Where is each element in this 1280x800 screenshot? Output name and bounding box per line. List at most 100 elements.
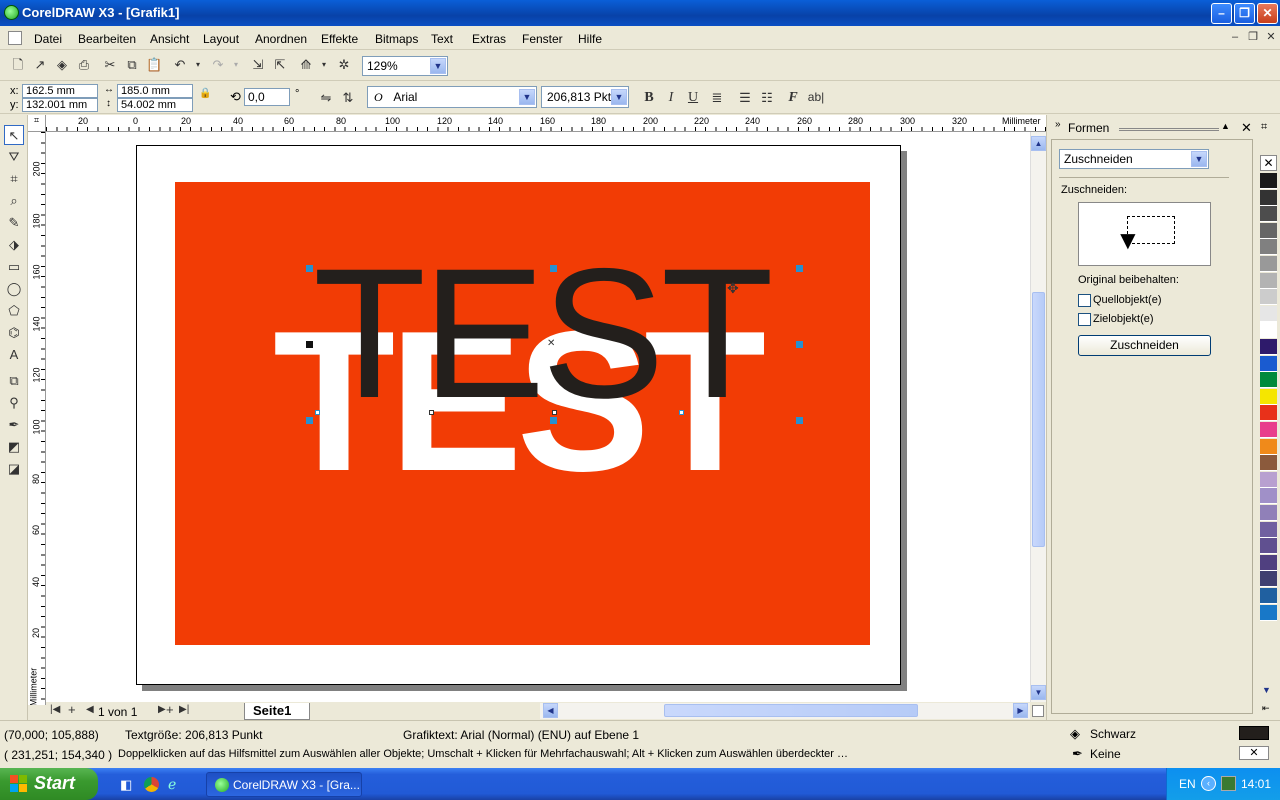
maximize-button[interactable]: ❐ (1234, 3, 1255, 24)
color-swatch[interactable] (1260, 322, 1277, 339)
mirror-vertical-icon[interactable]: ⇅ (340, 90, 356, 106)
docker-grip[interactable] (1119, 128, 1219, 131)
chevron-down-icon[interactable]: ▼ (611, 89, 627, 105)
ruler-origin[interactable]: ⌗ (28, 115, 46, 132)
underline-button[interactable]: U (684, 90, 702, 106)
add-page-after-icon[interactable]: + (166, 702, 174, 717)
color-swatch[interactable] (1260, 588, 1277, 604)
menu-ansicht[interactable]: Ansicht (150, 32, 189, 46)
horizontal-scrollbar[interactable]: ◀ ▶ (540, 703, 1030, 719)
docker-close-icon[interactable]: ✕ (1241, 120, 1252, 136)
text-tool-icon[interactable]: A (4, 345, 24, 365)
next-page-icon[interactable]: ▶ (158, 704, 166, 715)
color-swatch[interactable] (1260, 538, 1277, 555)
horizontal-ruler[interactable]: 20 0 20 40 60 80 100 120 140 160 180 200… (46, 115, 1046, 132)
page-tab-seite1[interactable]: Seite1 (244, 703, 310, 720)
drawing-canvas[interactable]: TEST TEST ✕ ✥ (46, 132, 1030, 702)
paste-icon[interactable]: 📋 (146, 57, 162, 73)
x-position-field[interactable]: 162.5 mm (22, 84, 98, 98)
scroll-down-icon[interactable]: ▼ (1031, 685, 1046, 700)
print-icon[interactable]: ⎙ (76, 57, 92, 73)
selection-handle[interactable] (796, 341, 803, 348)
polygon-tool-icon[interactable]: ⬠ (4, 301, 24, 321)
drawing-page[interactable]: TEST TEST ✕ ✥ (136, 145, 901, 685)
selection-handle[interactable] (796, 265, 803, 272)
docker-collapse-icon[interactable]: » (1055, 119, 1061, 130)
basic-shapes-tool-icon[interactable]: ⌬ (4, 323, 24, 343)
prev-page-icon[interactable]: ◀ (86, 704, 94, 715)
text-node[interactable] (552, 410, 557, 415)
crop-tool-icon[interactable]: ⌗ (4, 169, 24, 189)
scroll-up-icon[interactable]: ▲ (1031, 136, 1046, 151)
rotation-field[interactable]: 0,0 (244, 88, 290, 106)
selection-handle[interactable] (796, 417, 803, 424)
menu-hilfe[interactable]: Hilfe (578, 32, 602, 46)
orange-rectangle[interactable]: TEST TEST (175, 182, 870, 645)
chevron-down-icon[interactable]: ▼ (1191, 151, 1207, 167)
text-node[interactable] (315, 410, 320, 415)
selection-handle[interactable] (550, 417, 557, 424)
color-swatch[interactable] (1260, 554, 1277, 571)
selection-handle[interactable] (550, 265, 557, 272)
menu-fenster[interactable]: Fenster (522, 32, 563, 46)
italic-button[interactable]: I (662, 90, 680, 106)
no-color-swatch[interactable]: ✕ (1260, 155, 1277, 171)
width-field[interactable]: 185.0 mm (117, 84, 193, 98)
menu-layout[interactable]: Layout (203, 32, 239, 46)
color-swatch[interactable] (1260, 521, 1277, 538)
menu-extras[interactable]: Extras (472, 32, 506, 46)
text-object-selected[interactable]: TEST (313, 242, 774, 427)
interactive-fill-tool-icon[interactable]: ◪ (4, 459, 24, 479)
bold-button[interactable]: B (640, 90, 658, 106)
chevron-down-icon[interactable]: ▼ (430, 58, 446, 74)
last-page-icon[interactable]: ▶| (179, 704, 189, 715)
vertical-scroll-thumb[interactable] (1032, 292, 1045, 547)
drop-cap-icon[interactable]: ☷ (758, 90, 776, 106)
color-swatch[interactable] (1260, 222, 1277, 239)
undo-dropdown-icon[interactable]: ▾ (190, 57, 206, 73)
selection-handle[interactable] (306, 265, 313, 272)
height-field[interactable]: 54.002 mm (117, 98, 193, 112)
color-swatch[interactable] (1260, 339, 1277, 355)
color-swatch[interactable] (1260, 571, 1277, 588)
taskbar-item-coreldraw[interactable]: CorelDRAW X3 - [Gra... (206, 772, 362, 797)
freehand-tool-icon[interactable]: ✎ (4, 213, 24, 233)
color-swatch[interactable] (1260, 256, 1277, 272)
close-button[interactable]: ✕ (1257, 3, 1278, 24)
cut-icon[interactable]: ✂ (102, 57, 118, 73)
selection-handle[interactable] (306, 417, 313, 424)
edit-text-icon[interactable]: ab| (806, 90, 826, 104)
scroll-left-icon[interactable]: ◀ (543, 703, 558, 718)
color-swatch[interactable] (1260, 455, 1277, 472)
color-swatch[interactable] (1260, 289, 1277, 306)
outline-none-icon[interactable]: ✕ (1239, 746, 1269, 760)
menu-bitmaps[interactable]: Bitmaps (375, 32, 418, 46)
export-icon[interactable]: ⇱ (272, 57, 288, 73)
color-swatch[interactable] (1260, 505, 1277, 521)
doc-close-button[interactable]: ✕ (1264, 31, 1278, 44)
color-swatch[interactable] (1260, 438, 1277, 455)
mirror-horizontal-icon[interactable]: ⇋ (318, 90, 334, 106)
zoom-tool-icon[interactable]: ⌕ (4, 191, 24, 211)
color-swatch[interactable] (1260, 422, 1277, 438)
color-swatch[interactable] (1260, 355, 1277, 372)
vertical-scrollbar[interactable]: ▲ ▼ (1030, 132, 1046, 702)
menu-datei[interactable]: Datei (34, 32, 62, 46)
palette-scroll-down-icon[interactable]: ▼ (1262, 685, 1271, 695)
horizontal-scroll-thumb[interactable] (664, 704, 918, 717)
target-object-checkbox[interactable] (1078, 313, 1091, 326)
tray-expand-icon[interactable]: ‹ (1201, 776, 1216, 791)
pick-tool-icon[interactable]: ↖ (4, 125, 24, 145)
explorer-quicklaunch-icon[interactable]: ◧ (120, 777, 132, 793)
save-icon[interactable]: ◈ (54, 57, 70, 73)
palette-expand-icon[interactable]: ⇤ (1262, 703, 1270, 714)
zoom-level-select[interactable]: 129% ▼ (362, 56, 448, 76)
format-text-icon[interactable]: F (784, 90, 802, 106)
font-family-select[interactable]: O Arial ▼ (367, 86, 537, 108)
language-indicator[interactable]: EN (1179, 777, 1196, 791)
document-icon[interactable] (8, 31, 22, 45)
color-swatch[interactable] (1260, 471, 1277, 488)
color-swatch[interactable] (1260, 405, 1277, 422)
color-swatch[interactable] (1260, 239, 1277, 256)
first-page-icon[interactable]: |◀ (50, 704, 60, 715)
